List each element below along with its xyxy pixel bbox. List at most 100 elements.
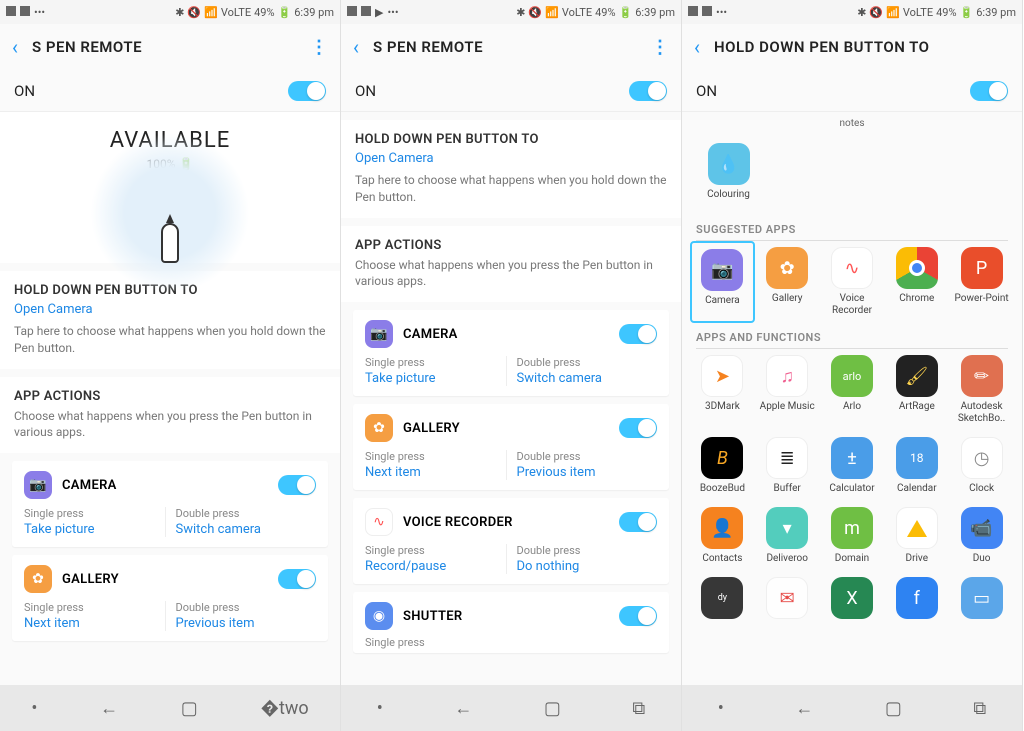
- titlebar: ‹ HOLD DOWN PEN BUTTON TO: [682, 24, 1022, 70]
- gallery-icon: ✿: [365, 414, 393, 442]
- app-partial[interactable]: f: [884, 571, 949, 625]
- single-press-action[interactable]: Record/pause: [365, 559, 506, 574]
- app-camera[interactable]: 📷Camera: [690, 241, 755, 323]
- app-artrage[interactable]: 🖌ArtRage: [884, 349, 949, 431]
- double-press-action[interactable]: Switch camera: [176, 522, 317, 537]
- status-bar: ••• ✱🔇📶VoLTE49%🔋6:39 pm: [682, 0, 1022, 24]
- app-toggle[interactable]: [619, 512, 657, 532]
- bluetooth-icon: ✱: [175, 6, 184, 19]
- on-toggle-row[interactable]: ON: [682, 70, 1022, 112]
- app-gallery[interactable]: ✿Gallery: [755, 241, 820, 323]
- single-press-label: Single press: [365, 356, 506, 369]
- app-partial[interactable]: dy: [690, 571, 755, 625]
- voice-recorder-icon: ∿: [365, 508, 393, 536]
- actions-header: APP ACTIONS: [355, 238, 667, 253]
- app-duo[interactable]: 📹Duo: [949, 501, 1014, 571]
- partial-icon: X: [831, 577, 873, 619]
- app-clock[interactable]: ◷Clock: [949, 431, 1014, 501]
- screen-1: ••• ✱🔇📶VoLTE49%🔋6:39 pm ‹ S PEN REMOTE ⋮…: [0, 0, 341, 731]
- apps-row-partial: dy ✉ X f ▭: [682, 571, 1022, 625]
- scroll-area[interactable]: HOLD DOWN PEN BUTTON TO Open Camera Tap …: [341, 112, 681, 685]
- more-menu-button[interactable]: ⋮: [651, 37, 669, 58]
- app-partial[interactable]: ▭: [949, 571, 1014, 625]
- nav-recent[interactable]: ⧉: [973, 698, 986, 719]
- scroll-area[interactable]: notes 💧 Colouring SUGGESTED APPS 📷Camera…: [682, 112, 1022, 685]
- signal-label: VoLTE: [562, 6, 592, 19]
- app-label: Deliveroo: [766, 553, 808, 565]
- app-actions-section: APP ACTIONS Choose what happens when you…: [0, 377, 340, 454]
- single-press-label: Single press: [365, 636, 657, 649]
- nav-home[interactable]: ▢: [885, 698, 902, 719]
- partial-icon: ▭: [961, 577, 1003, 619]
- on-toggle[interactable]: [629, 81, 667, 101]
- app-label: Chrome: [899, 293, 934, 305]
- nav-back[interactable]: ←: [454, 698, 472, 719]
- single-press-action[interactable]: Next item: [24, 616, 165, 631]
- app-card-camera[interactable]: 📷CAMERA Single pressTake pictureDouble p…: [353, 310, 669, 396]
- app-partial[interactable]: X: [820, 571, 885, 625]
- app-chrome[interactable]: Chrome: [884, 241, 949, 323]
- battery-label: 49%: [254, 6, 274, 19]
- single-press-action[interactable]: Take picture: [365, 371, 506, 386]
- app-toggle[interactable]: [619, 324, 657, 344]
- app-colouring[interactable]: 💧 Colouring: [696, 137, 761, 207]
- app-powerpoint[interactable]: PPower-Point: [949, 241, 1014, 323]
- app-partial[interactable]: ✉: [755, 571, 820, 625]
- colouring-icon: 💧: [708, 143, 750, 185]
- app-buffer[interactable]: ≣Buffer: [755, 431, 820, 501]
- back-button[interactable]: ‹: [353, 35, 359, 59]
- scroll-area[interactable]: AVAILABLE 100% 🔋 ╲ │ ╱ HOLD DOWN PEN BUT…: [0, 112, 340, 685]
- app-3dmark[interactable]: ➤3DMark: [690, 349, 755, 431]
- app-toggle[interactable]: [619, 418, 657, 438]
- nav-dot[interactable]: •: [31, 698, 37, 719]
- app-drive[interactable]: Drive: [884, 501, 949, 571]
- app-name: VOICE RECORDER: [403, 515, 609, 530]
- apps-functions-label: APPS AND FUNCTIONS: [682, 323, 1022, 348]
- app-contacts[interactable]: 👤Contacts: [690, 501, 755, 571]
- nav-home[interactable]: ▢: [181, 698, 198, 719]
- nav-recent[interactable]: �two: [261, 698, 309, 719]
- more-menu-button[interactable]: ⋮: [310, 37, 328, 58]
- app-boozebud[interactable]: BBoozeBud: [690, 431, 755, 501]
- double-press-action[interactable]: Previous item: [176, 616, 317, 631]
- back-button[interactable]: ‹: [12, 35, 18, 59]
- nav-back[interactable]: ←: [795, 698, 813, 719]
- on-toggle[interactable]: [970, 81, 1008, 101]
- hold-section[interactable]: HOLD DOWN PEN BUTTON TO Open Camera Tap …: [341, 120, 681, 218]
- on-toggle-row[interactable]: ON: [341, 70, 681, 112]
- single-press-action[interactable]: Take picture: [24, 522, 165, 537]
- double-press-action[interactable]: Previous item: [517, 465, 658, 480]
- app-card-gallery[interactable]: ✿ GALLERY Single pressNext item Double p…: [12, 555, 328, 641]
- page-title: S PEN REMOTE: [32, 38, 310, 56]
- double-press-action[interactable]: Do nothing: [517, 559, 658, 574]
- nav-recent[interactable]: ⧉: [632, 698, 645, 719]
- app-label: Colouring: [707, 189, 750, 201]
- app-card-voice-recorder[interactable]: ∿VOICE RECORDER Single pressRecord/pause…: [353, 498, 669, 584]
- back-button[interactable]: ‹: [694, 35, 700, 59]
- nav-home[interactable]: ▢: [544, 698, 561, 719]
- app-sketchbook[interactable]: ✏Autodesk SketchBo..: [949, 349, 1014, 431]
- nav-dot[interactable]: •: [718, 698, 724, 719]
- app-card-camera[interactable]: 📷 CAMERA Single pressTake picture Double…: [12, 461, 328, 547]
- app-voice-recorder[interactable]: ∿Voice Recorder: [820, 241, 885, 323]
- on-toggle[interactable]: [288, 81, 326, 101]
- app-calendar[interactable]: 18Calendar: [884, 431, 949, 501]
- single-press-action[interactable]: Next item: [365, 465, 506, 480]
- app-calculator[interactable]: ±Calculator: [820, 431, 885, 501]
- app-label: Domain: [835, 553, 869, 565]
- double-press-action[interactable]: Switch camera: [517, 371, 658, 386]
- app-toggle[interactable]: [278, 475, 316, 495]
- app-deliveroo[interactable]: ▾Deliveroo: [755, 501, 820, 571]
- on-toggle-row[interactable]: ON: [0, 70, 340, 112]
- app-card-shutter[interactable]: ◉SHUTTER Single press: [353, 592, 669, 653]
- app-domain[interactable]: mDomain: [820, 501, 885, 571]
- app-toggle[interactable]: [619, 606, 657, 626]
- app-apple-music[interactable]: ♫Apple Music: [755, 349, 820, 431]
- app-arlo[interactable]: arloArlo: [820, 349, 885, 431]
- app-toggle[interactable]: [278, 569, 316, 589]
- nav-back[interactable]: ←: [100, 698, 118, 719]
- nav-dot[interactable]: •: [377, 698, 383, 719]
- app-card-gallery[interactable]: ✿GALLERY Single pressNext itemDouble pre…: [353, 404, 669, 490]
- partial-icon: f: [896, 577, 938, 619]
- single-press-label: Single press: [24, 507, 165, 520]
